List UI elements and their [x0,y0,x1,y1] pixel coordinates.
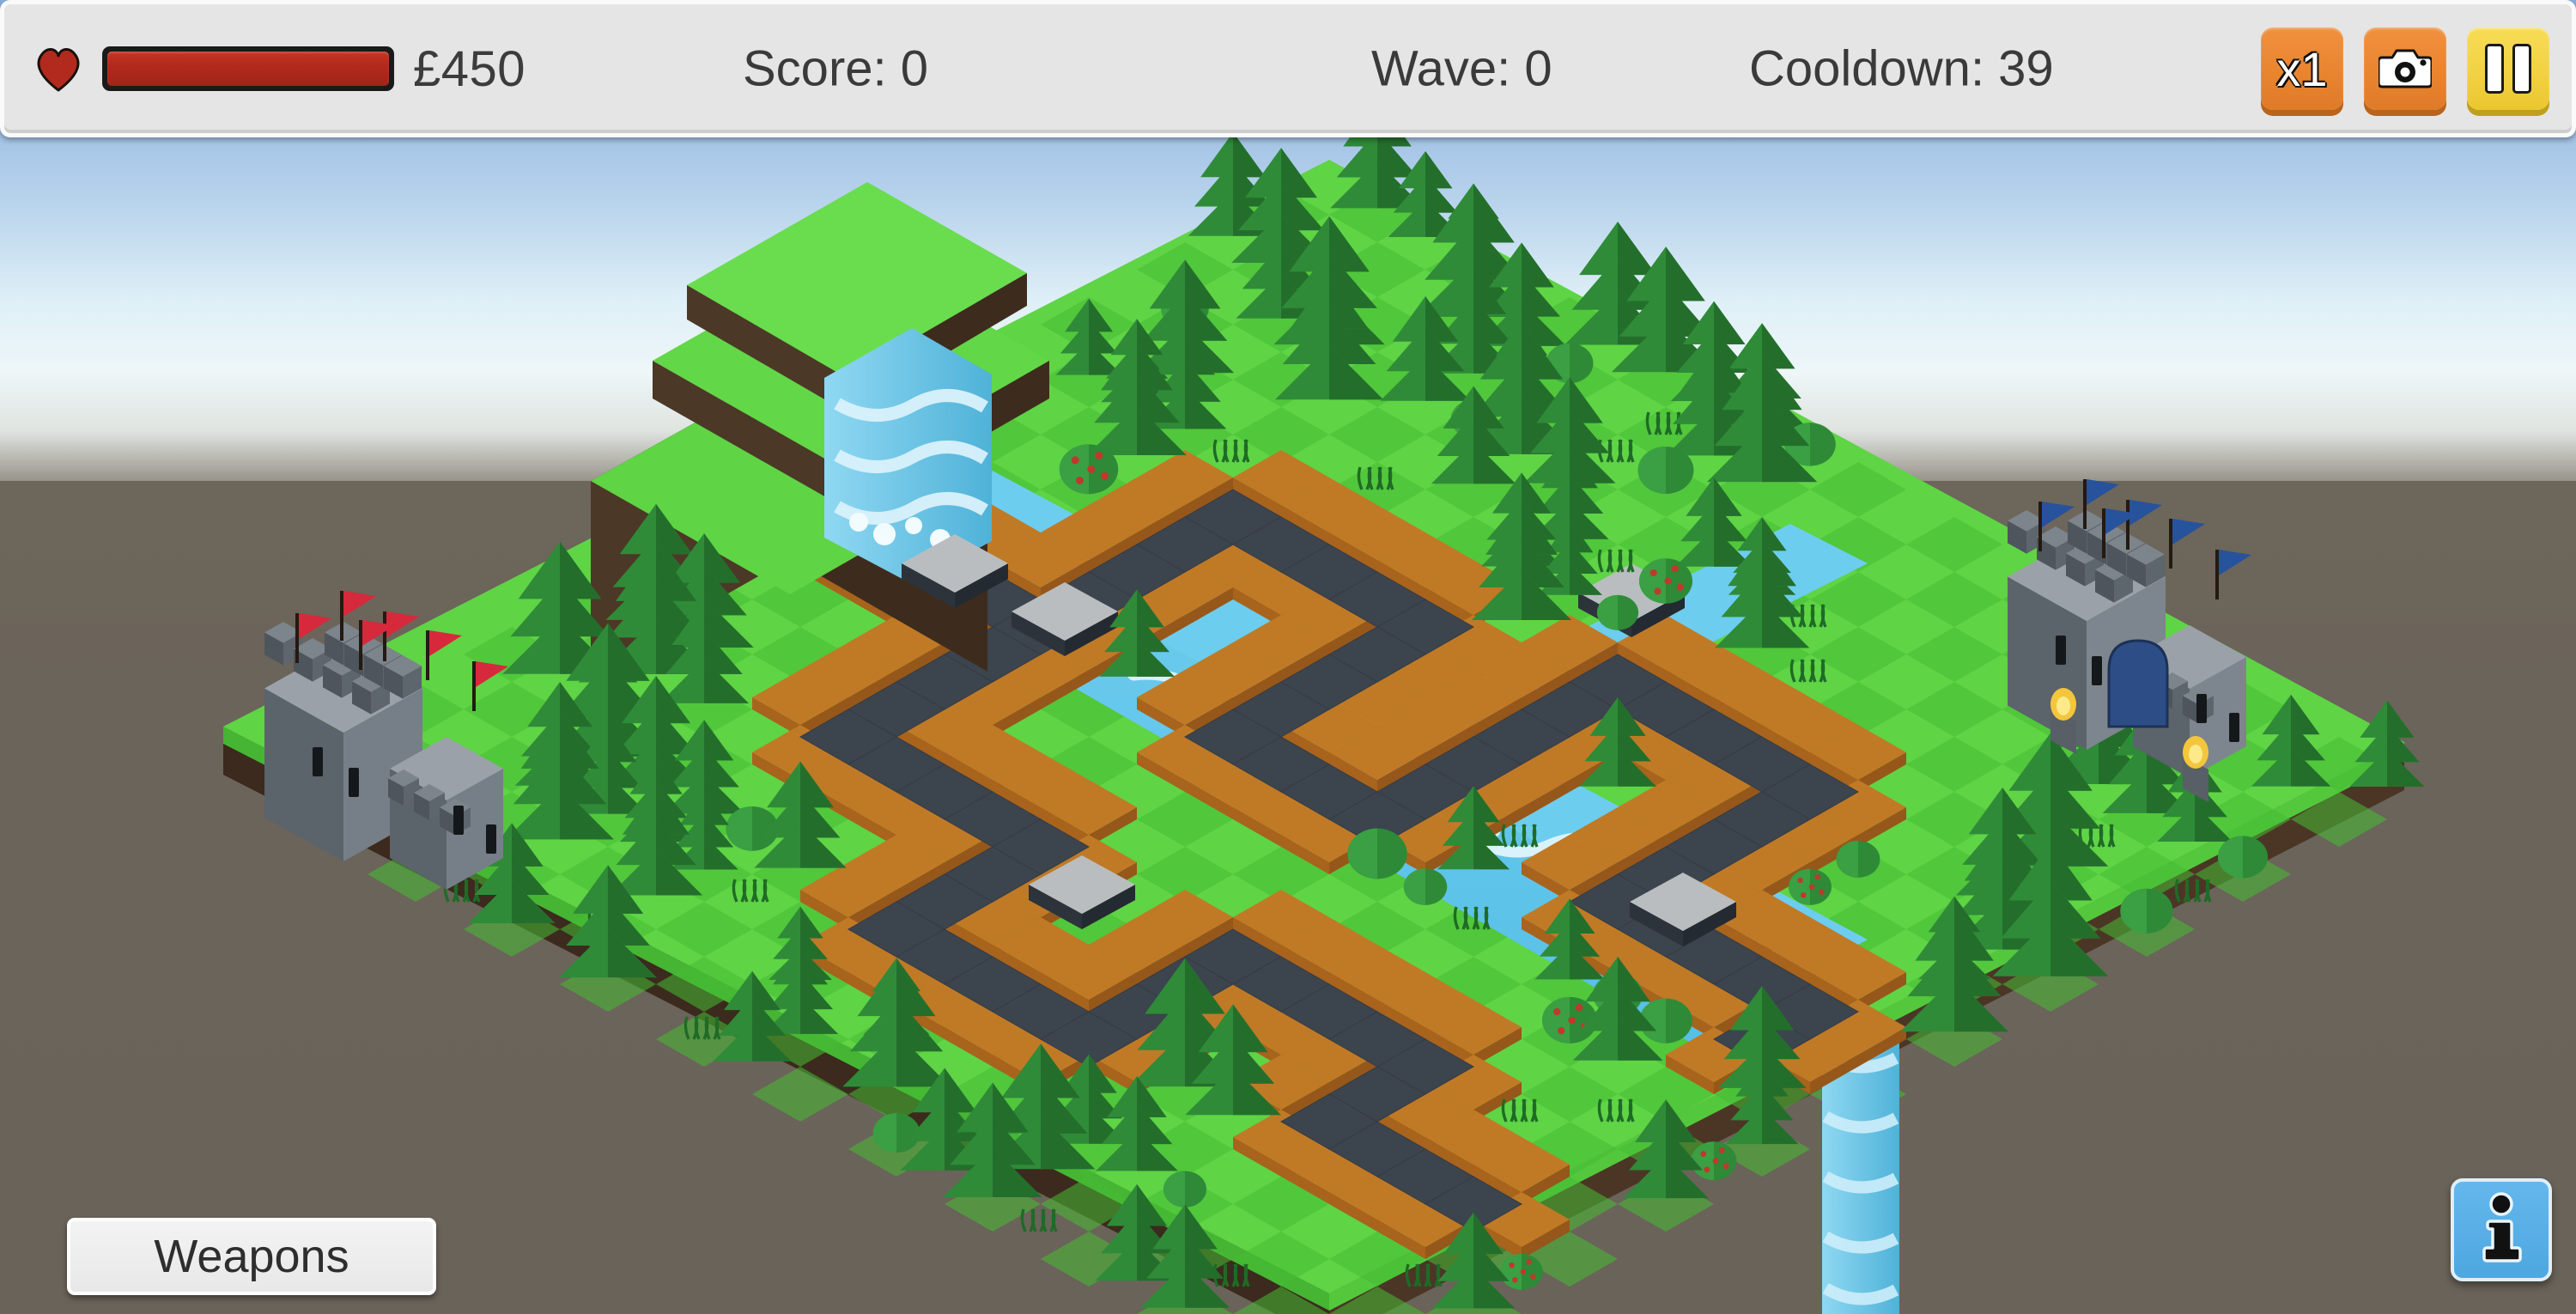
health-bar-fill [107,52,389,86]
game-speed-button[interactable]: x1 [2261,27,2343,110]
hud-button-group: x1 [2261,27,2549,110]
cooldown-label: Cooldown: 39 [1749,40,2054,97]
info-button[interactable] [2451,1178,2552,1281]
camera-icon [2377,46,2433,93]
game-speed-label: x1 [2276,41,2328,96]
game-screen: £450 Score: 0 Wave: 0 Cooldown: 39 x1 We… [0,0,2576,1314]
wave-label: Wave: 0 [1371,40,1552,97]
money-label: £450 [413,40,526,97]
game-world[interactable] [0,0,2576,1314]
screenshot-button[interactable] [2364,27,2446,110]
isometric-map[interactable] [0,0,2576,1314]
health-bar [102,46,394,91]
hud-bar: £450 Score: 0 Wave: 0 Cooldown: 39 x1 [0,0,2576,137]
score-label: Score: 0 [743,40,928,97]
pause-button[interactable] [2467,27,2549,110]
weapons-button[interactable]: Weapons [67,1218,436,1295]
hud-left-group: £450 [4,40,526,98]
pause-icon [2485,44,2531,94]
info-icon [2475,1191,2528,1268]
heart-icon [33,46,83,92]
